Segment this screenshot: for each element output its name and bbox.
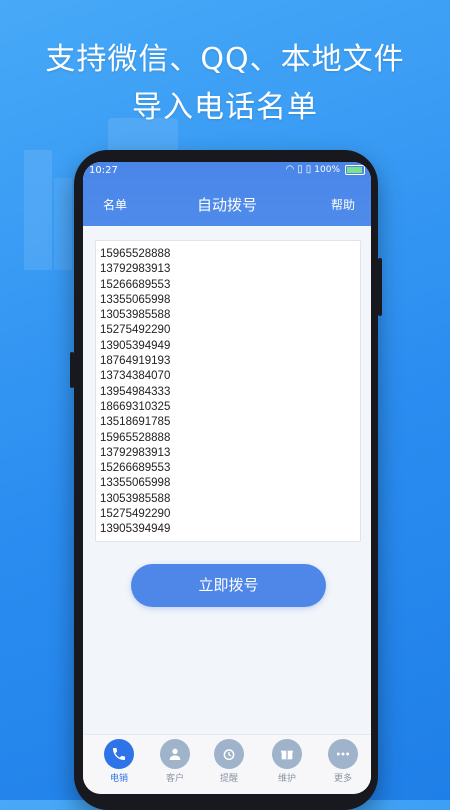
bottom-tab-bar: 电销 客户 提醒 维护 更多: [83, 734, 371, 794]
tab-label: 维护: [277, 774, 296, 784]
wifi-icon: ◠: [285, 164, 295, 175]
promo-headline: 支持微信、QQ、本地文件: [45, 42, 405, 77]
phone-number-line: 13905394949: [100, 339, 171, 352]
phone-number-line: 18764919193: [100, 355, 171, 368]
tab-more[interactable]: 更多: [315, 739, 371, 784]
phone-number-line: 13734384070: [100, 370, 171, 383]
battery-icon: [345, 164, 365, 175]
background-building-shape: [24, 150, 52, 270]
user-icon: [160, 739, 190, 769]
phone-number-line: 18669310325: [100, 400, 171, 413]
page-title: 自动拨号: [196, 196, 257, 214]
phone-number-line: 13905394949: [100, 523, 171, 536]
phone-side-button: [378, 258, 382, 316]
phone-number-line: 15266689553: [100, 462, 171, 475]
phone-number-line: 13518691785: [100, 416, 171, 429]
phone-number-line: 15965528888: [100, 248, 171, 260]
nav-bar: 名单 自动拨号 帮助: [83, 184, 371, 224]
promo-subheadline: 导入电话名单: [132, 90, 318, 125]
phone-side-button: [70, 352, 74, 388]
sim-icon: ▯: [305, 164, 312, 175]
tab-maintenance[interactable]: 维护: [259, 739, 315, 784]
phone-number-line: 13355065998: [100, 293, 171, 306]
tab-customers[interactable]: 客户: [147, 739, 203, 784]
help-button[interactable]: 帮助: [331, 196, 355, 213]
tab-label: 更多: [333, 774, 352, 784]
dial-now-button[interactable]: 立即拨号: [131, 564, 326, 607]
phone-number-line: 15275492290: [100, 324, 171, 337]
app-screen: 10:27 ◠ ▯ ▯ 100% 名单 自动拨号 帮助 15965528888 1…: [83, 162, 371, 794]
phone-number-line: 13954984333: [100, 385, 171, 398]
phone-number-list[interactable]: 15965528888 13792983913 15266689553 1335506…: [95, 240, 361, 542]
status-icons: ◠ ▯ ▯ 100%: [285, 164, 365, 175]
phone-number-line: 13792983913: [100, 263, 171, 276]
alarm-clock-icon: [214, 739, 244, 769]
phone-number-line: 13792983913: [100, 446, 171, 459]
status-bar: 10:27 ◠ ▯ ▯ 100%: [83, 162, 371, 180]
sim-icon: ▯: [297, 164, 303, 175]
phone-number-line: 15275492290: [100, 508, 171, 521]
phone-number-line: 15965528888: [100, 431, 171, 444]
gift-icon: [272, 739, 302, 769]
battery-percent: 100%: [314, 164, 340, 175]
status-time: 10:27: [89, 165, 118, 176]
app-header: 10:27 ◠ ▯ ▯ 100% 名单 自动拨号 帮助: [83, 162, 371, 226]
phone-icon: [104, 739, 134, 769]
tab-reminders[interactable]: 提醒: [201, 739, 257, 784]
phone-number-line: 13053985588: [100, 492, 171, 505]
tab-label: 提醒: [219, 774, 238, 784]
more-icon: [328, 739, 358, 769]
phone-number-line: 13053985588: [100, 309, 171, 322]
tab-telesales[interactable]: 电销: [91, 739, 147, 784]
phone-number-line: 15266689553: [100, 278, 171, 291]
tab-label: 电销: [109, 774, 128, 784]
phone-number-line: 13355065998: [100, 477, 171, 490]
background-building-shape: [54, 178, 72, 270]
tab-label: 客户: [165, 774, 184, 784]
